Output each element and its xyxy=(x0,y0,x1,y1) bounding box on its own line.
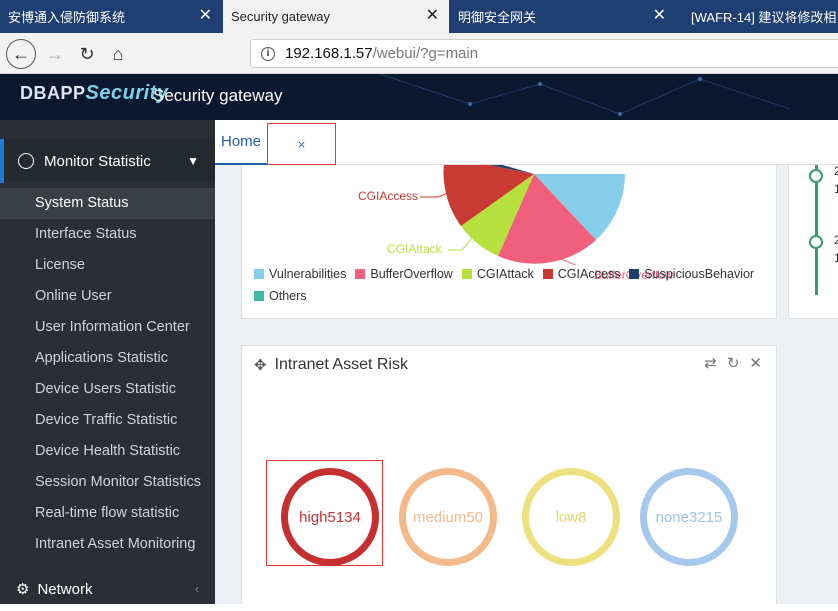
edit-icon[interactable]: ⇄ xyxy=(704,354,717,372)
sidebar-items: System Status Interface Status License O… xyxy=(0,188,215,560)
panel-title: Intranet Asset Risk xyxy=(274,356,408,373)
legend-item-cgiattack[interactable]: CGIAttack xyxy=(461,263,534,285)
sidebar-item-intranet-asset-monitoring[interactable]: Intranet Asset Monitoring xyxy=(0,529,215,560)
browser-tab-label: [WAFR-14] 建议将修改相 xyxy=(691,10,837,25)
network-icon: ⚙ xyxy=(16,581,30,598)
browser-tab-ips[interactable]: 安博通入侵防御系统 ✕ xyxy=(0,0,222,33)
legend-item-others[interactable]: Others xyxy=(254,285,307,307)
sidebar-section-label: Network xyxy=(37,580,93,598)
browser-tab-wafr[interactable]: [WAFR-14] 建议将修改相 xyxy=(677,0,838,33)
chart-legend: Vulnerabilities BufferOverflow CGIAttack… xyxy=(254,263,774,307)
browser-tab-strip: 安博通入侵防御系统 ✕ Security gateway ✕ 明御安全网关 ✕ … xyxy=(0,0,838,33)
close-tab-button[interactable]: × xyxy=(267,123,336,165)
forward-arrow-icon[interactable]: → xyxy=(40,39,70,69)
crosshair-icon: ✥ xyxy=(254,357,267,374)
app-title: Security gateway xyxy=(153,86,283,105)
back-arrow-icon[interactable]: ← xyxy=(6,39,36,69)
attack-distribution-panel: CGIAccess CGIAttack BufferOverflow Vulne… xyxy=(241,145,777,319)
timeline-panel: 21 21 xyxy=(788,145,838,319)
app-header: DBAPPSecurity Security gateway xyxy=(0,74,838,120)
url-path: /webui/?g=main xyxy=(372,45,479,62)
legend-item-suspiciousbehavior[interactable]: SuspiciousBehavior xyxy=(629,263,754,285)
browser-tab-label: 安博通入侵防御系统 xyxy=(8,10,126,25)
pie-label-cgiaccess: CGIAccess xyxy=(358,189,419,203)
timeline-entry: 21 xyxy=(834,164,838,196)
browser-tab-security-gateway[interactable]: Security gateway ✕ xyxy=(223,0,449,33)
browser-tab-label: Security gateway xyxy=(231,9,330,24)
sidebar-item-realtime-flow-statistic[interactable]: Real-time flow statistic xyxy=(0,498,215,529)
browser-toolbar: ← → ↻ ⌂ i 192.168.1.57/webui/?g=main xyxy=(0,33,838,74)
sidebar: Monitor Statistic ▼ System Status Interf… xyxy=(0,120,215,604)
close-icon[interactable]: ✕ xyxy=(749,354,762,372)
reload-icon[interactable]: ↻ xyxy=(72,39,102,69)
content-tab-strip: Home × xyxy=(215,120,838,165)
url-host: 192.168.1.57 xyxy=(285,45,373,62)
label-line-cgiaccess xyxy=(420,192,449,198)
sidebar-item-system-status[interactable]: System Status xyxy=(0,188,215,219)
address-bar[interactable]: i 192.168.1.57/webui/?g=main xyxy=(250,39,838,68)
info-icon[interactable]: i xyxy=(261,46,275,61)
browser-tab-label: 明御安全网关 xyxy=(458,10,537,25)
sidebar-item-device-users-statistic[interactable]: Device Users Statistic xyxy=(0,374,215,405)
close-icon[interactable]: ✕ xyxy=(199,8,212,24)
legend-item-vulnerabilities[interactable]: Vulnerabilities xyxy=(254,263,346,285)
sidebar-section-monitor-statistic[interactable]: Monitor Statistic ▼ xyxy=(0,139,215,183)
chevron-left-icon: ‹ xyxy=(195,582,199,596)
main-content: CGIAccess CGIAttack BufferOverflow Vulne… xyxy=(215,120,838,604)
timeline-line xyxy=(815,145,818,295)
dbappsecurity-logo: DBAPPSecurity xyxy=(20,82,169,104)
pie-label-cgiattack: CGIAttack xyxy=(387,242,442,256)
timeline: 21 21 xyxy=(789,145,838,319)
timeline-entry: 21 xyxy=(834,233,838,265)
sidebar-section-network[interactable]: ⚙ Network ‹ xyxy=(0,567,215,611)
sidebar-section-label: Monitor Statistic xyxy=(44,152,151,170)
risk-medium-indicator[interactable]: medium50 xyxy=(399,468,497,566)
sidebar-item-interface-status[interactable]: Interface Status xyxy=(0,219,215,250)
legend-item-cgiaccess[interactable]: CGIAccess xyxy=(542,263,620,285)
chevron-down-icon: ▼ xyxy=(187,154,199,168)
timeline-dot xyxy=(809,169,823,183)
sidebar-item-session-monitor-statistics[interactable]: Session Monitor Statistics xyxy=(0,467,215,498)
sidebar-item-user-information-center[interactable]: User Information Center xyxy=(0,312,215,343)
close-icon[interactable]: ✕ xyxy=(426,8,439,24)
panel-toolbar: ⇄ ↻ ✕ xyxy=(704,354,762,372)
sidebar-item-device-traffic-statistic[interactable]: Device Traffic Statistic xyxy=(0,405,215,436)
intranet-asset-risk-panel: ✥ Intranet Asset Risk ⇄ ↻ ✕ high5134 med… xyxy=(241,345,777,604)
sidebar-item-applications-statistic[interactable]: Applications Statistic xyxy=(0,343,215,374)
sidebar-item-license[interactable]: License xyxy=(0,250,215,281)
panel-header: ✥ Intranet Asset Risk xyxy=(254,356,408,374)
home-icon[interactable]: ⌂ xyxy=(103,39,133,69)
legend-item-bufferoverflow[interactable]: BufferOverflow xyxy=(355,263,453,285)
monitor-icon xyxy=(18,153,34,169)
refresh-icon[interactable]: ↻ xyxy=(727,354,740,372)
sidebar-item-device-health-statistic[interactable]: Device Health Statistic xyxy=(0,436,215,467)
tab-home[interactable]: Home xyxy=(215,120,267,165)
risk-high-indicator[interactable]: high5134 xyxy=(281,468,379,566)
sidebar-item-online-user[interactable]: Online User xyxy=(0,281,215,312)
risk-none-indicator[interactable]: none3215 xyxy=(640,468,738,566)
browser-tab-mingyu[interactable]: 明御安全网关 ✕ xyxy=(450,0,676,33)
close-icon[interactable]: ✕ xyxy=(653,8,666,24)
risk-low-indicator[interactable]: low8 xyxy=(522,468,620,566)
timeline-dot xyxy=(809,235,823,249)
